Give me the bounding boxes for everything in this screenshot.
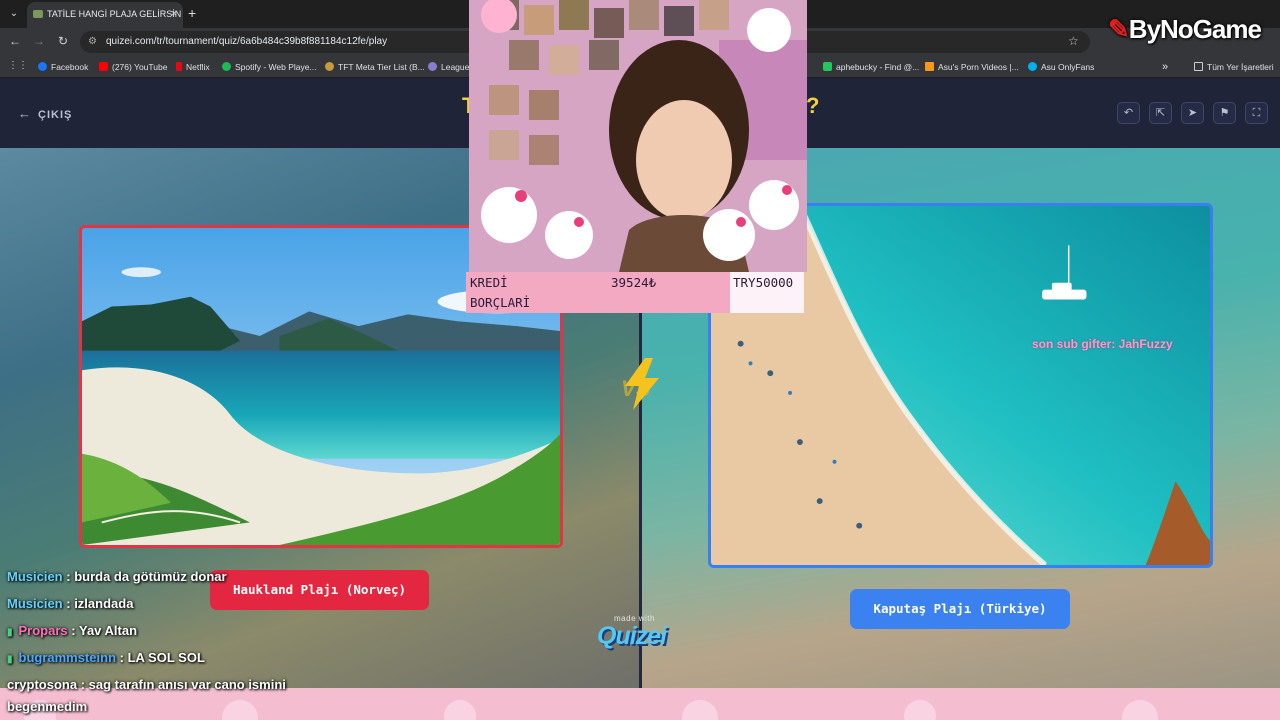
chat-message: Musicien : burda da götümüz donar bbox=[7, 569, 227, 584]
league-icon bbox=[428, 62, 437, 71]
url-text: quizei.com/tr/tournament/quiz/6a6b484c39… bbox=[106, 36, 388, 47]
bookmark-youtube[interactable]: (276) YouTube bbox=[99, 61, 167, 73]
hello-kitty-pattern-icon bbox=[24, 700, 1158, 720]
apps-grid-icon[interactable]: ⋮⋮ bbox=[8, 60, 28, 71]
bookmark-spotify[interactable]: Spotify - Web Playe... bbox=[222, 61, 317, 73]
credit-target: TRY50000 bbox=[733, 275, 794, 290]
tab-favicon-icon bbox=[33, 10, 43, 18]
aphebucky-icon bbox=[823, 62, 832, 71]
new-tab-button[interactable]: + bbox=[188, 5, 196, 21]
tab-title: TATİLE HANGİ PLAJA GELİRSİN bbox=[47, 9, 182, 19]
undo-icon[interactable]: ↶ bbox=[1117, 102, 1140, 124]
webcam-overlay bbox=[469, 0, 807, 272]
badge-icon: ▮ bbox=[7, 654, 13, 665]
sub-gifter-text: son sub gifter: JahFuzzy bbox=[1032, 337, 1173, 351]
quizei-logo[interactable]: Quizei bbox=[597, 622, 667, 651]
bookmark-star-icon[interactable]: ☆ bbox=[1068, 34, 1079, 48]
back-arrow-icon[interactable]: ← bbox=[7, 33, 23, 49]
left-option-button[interactable]: Haukland Plajı (Norveç) bbox=[210, 570, 429, 610]
bookmark-netflix[interactable]: Netflix bbox=[176, 61, 210, 73]
flag-icon[interactable]: ⚑ bbox=[1213, 102, 1236, 124]
chat-message: ▮ bugrammsteinn : LA SOL SOL bbox=[7, 650, 205, 665]
bookmark-league[interactable]: League bbox=[428, 61, 469, 73]
reload-icon[interactable]: ↻ bbox=[55, 33, 71, 49]
credit-amount: 39524₺ bbox=[611, 275, 657, 290]
share-icon[interactable]: ⇱ bbox=[1149, 102, 1172, 124]
close-tab-icon[interactable]: × bbox=[171, 2, 177, 26]
credit-label-line1: KREDİ bbox=[470, 275, 508, 290]
streamer-webcam-picture bbox=[469, 0, 807, 272]
credit-debt-panel: KREDİ BORÇLARİ 39524₺ TRY50000 bbox=[466, 272, 804, 313]
ph-icon bbox=[925, 62, 934, 71]
facebook-icon bbox=[38, 62, 47, 71]
all-bookmarks-folder[interactable]: Tüm Yer İşaretleri bbox=[1194, 61, 1274, 73]
netflix-icon bbox=[176, 62, 182, 71]
right-option-button[interactable]: Kaputaş Plajı (Türkiye) bbox=[850, 589, 1070, 629]
vs-badge: VS bbox=[611, 358, 673, 410]
bookmark-tft[interactable]: TFT Meta Tier List (B... bbox=[325, 61, 425, 73]
chat-message: cryptosona : sag tarafın anısı var cano … bbox=[7, 677, 286, 692]
bynogame-mark-icon: ✎ bbox=[1108, 14, 1130, 44]
send-icon[interactable]: ➤ bbox=[1181, 102, 1204, 124]
browser-tab[interactable]: TATİLE HANGİ PLAJA GELİRSİN × bbox=[27, 2, 183, 28]
chat-message: ▮ Propars : Yav Altan bbox=[7, 623, 138, 638]
tab-list-button[interactable]: ⌄ bbox=[6, 6, 22, 22]
credit-label-line2: BORÇLARİ bbox=[470, 295, 531, 310]
spotify-icon bbox=[222, 62, 231, 71]
bookmark-asu-onlyfans[interactable]: Asu OnlyFans bbox=[1028, 61, 1094, 73]
quiz-title-fragment-right: ? bbox=[806, 93, 820, 118]
folder-icon bbox=[1194, 62, 1203, 71]
site-settings-icon[interactable]: ⚙ bbox=[88, 31, 97, 53]
fullscreen-icon[interactable]: ⛶ bbox=[1245, 102, 1268, 124]
credit-target-box: TRY50000 bbox=[730, 272, 804, 313]
bynogame-logo: ✎ByNoGame bbox=[1108, 14, 1262, 44]
chat-message-continued: begenmedim bbox=[7, 699, 88, 714]
onlyfans-icon bbox=[1028, 62, 1037, 71]
more-bookmarks-chevron[interactable]: » bbox=[1162, 61, 1168, 73]
bottom-decor-bar bbox=[0, 688, 1280, 720]
bookmark-asu-videos[interactable]: Asu's Porn Videos |... bbox=[925, 61, 1019, 73]
bookmark-facebook[interactable]: Facebook bbox=[38, 61, 88, 73]
arrow-left-icon: ← bbox=[18, 106, 32, 121]
chat-message: Musicien : izlandada bbox=[7, 596, 134, 611]
badge-icon: ▮ bbox=[7, 627, 13, 638]
bookmark-aphebucky[interactable]: aphebucky - Find @... bbox=[823, 61, 919, 73]
tft-icon bbox=[325, 62, 334, 71]
forward-arrow-icon[interactable]: → bbox=[31, 33, 47, 49]
youtube-icon bbox=[99, 62, 108, 71]
vs-label: VS bbox=[621, 376, 651, 401]
exit-button[interactable]: ← ÇIKIŞ bbox=[18, 106, 72, 121]
